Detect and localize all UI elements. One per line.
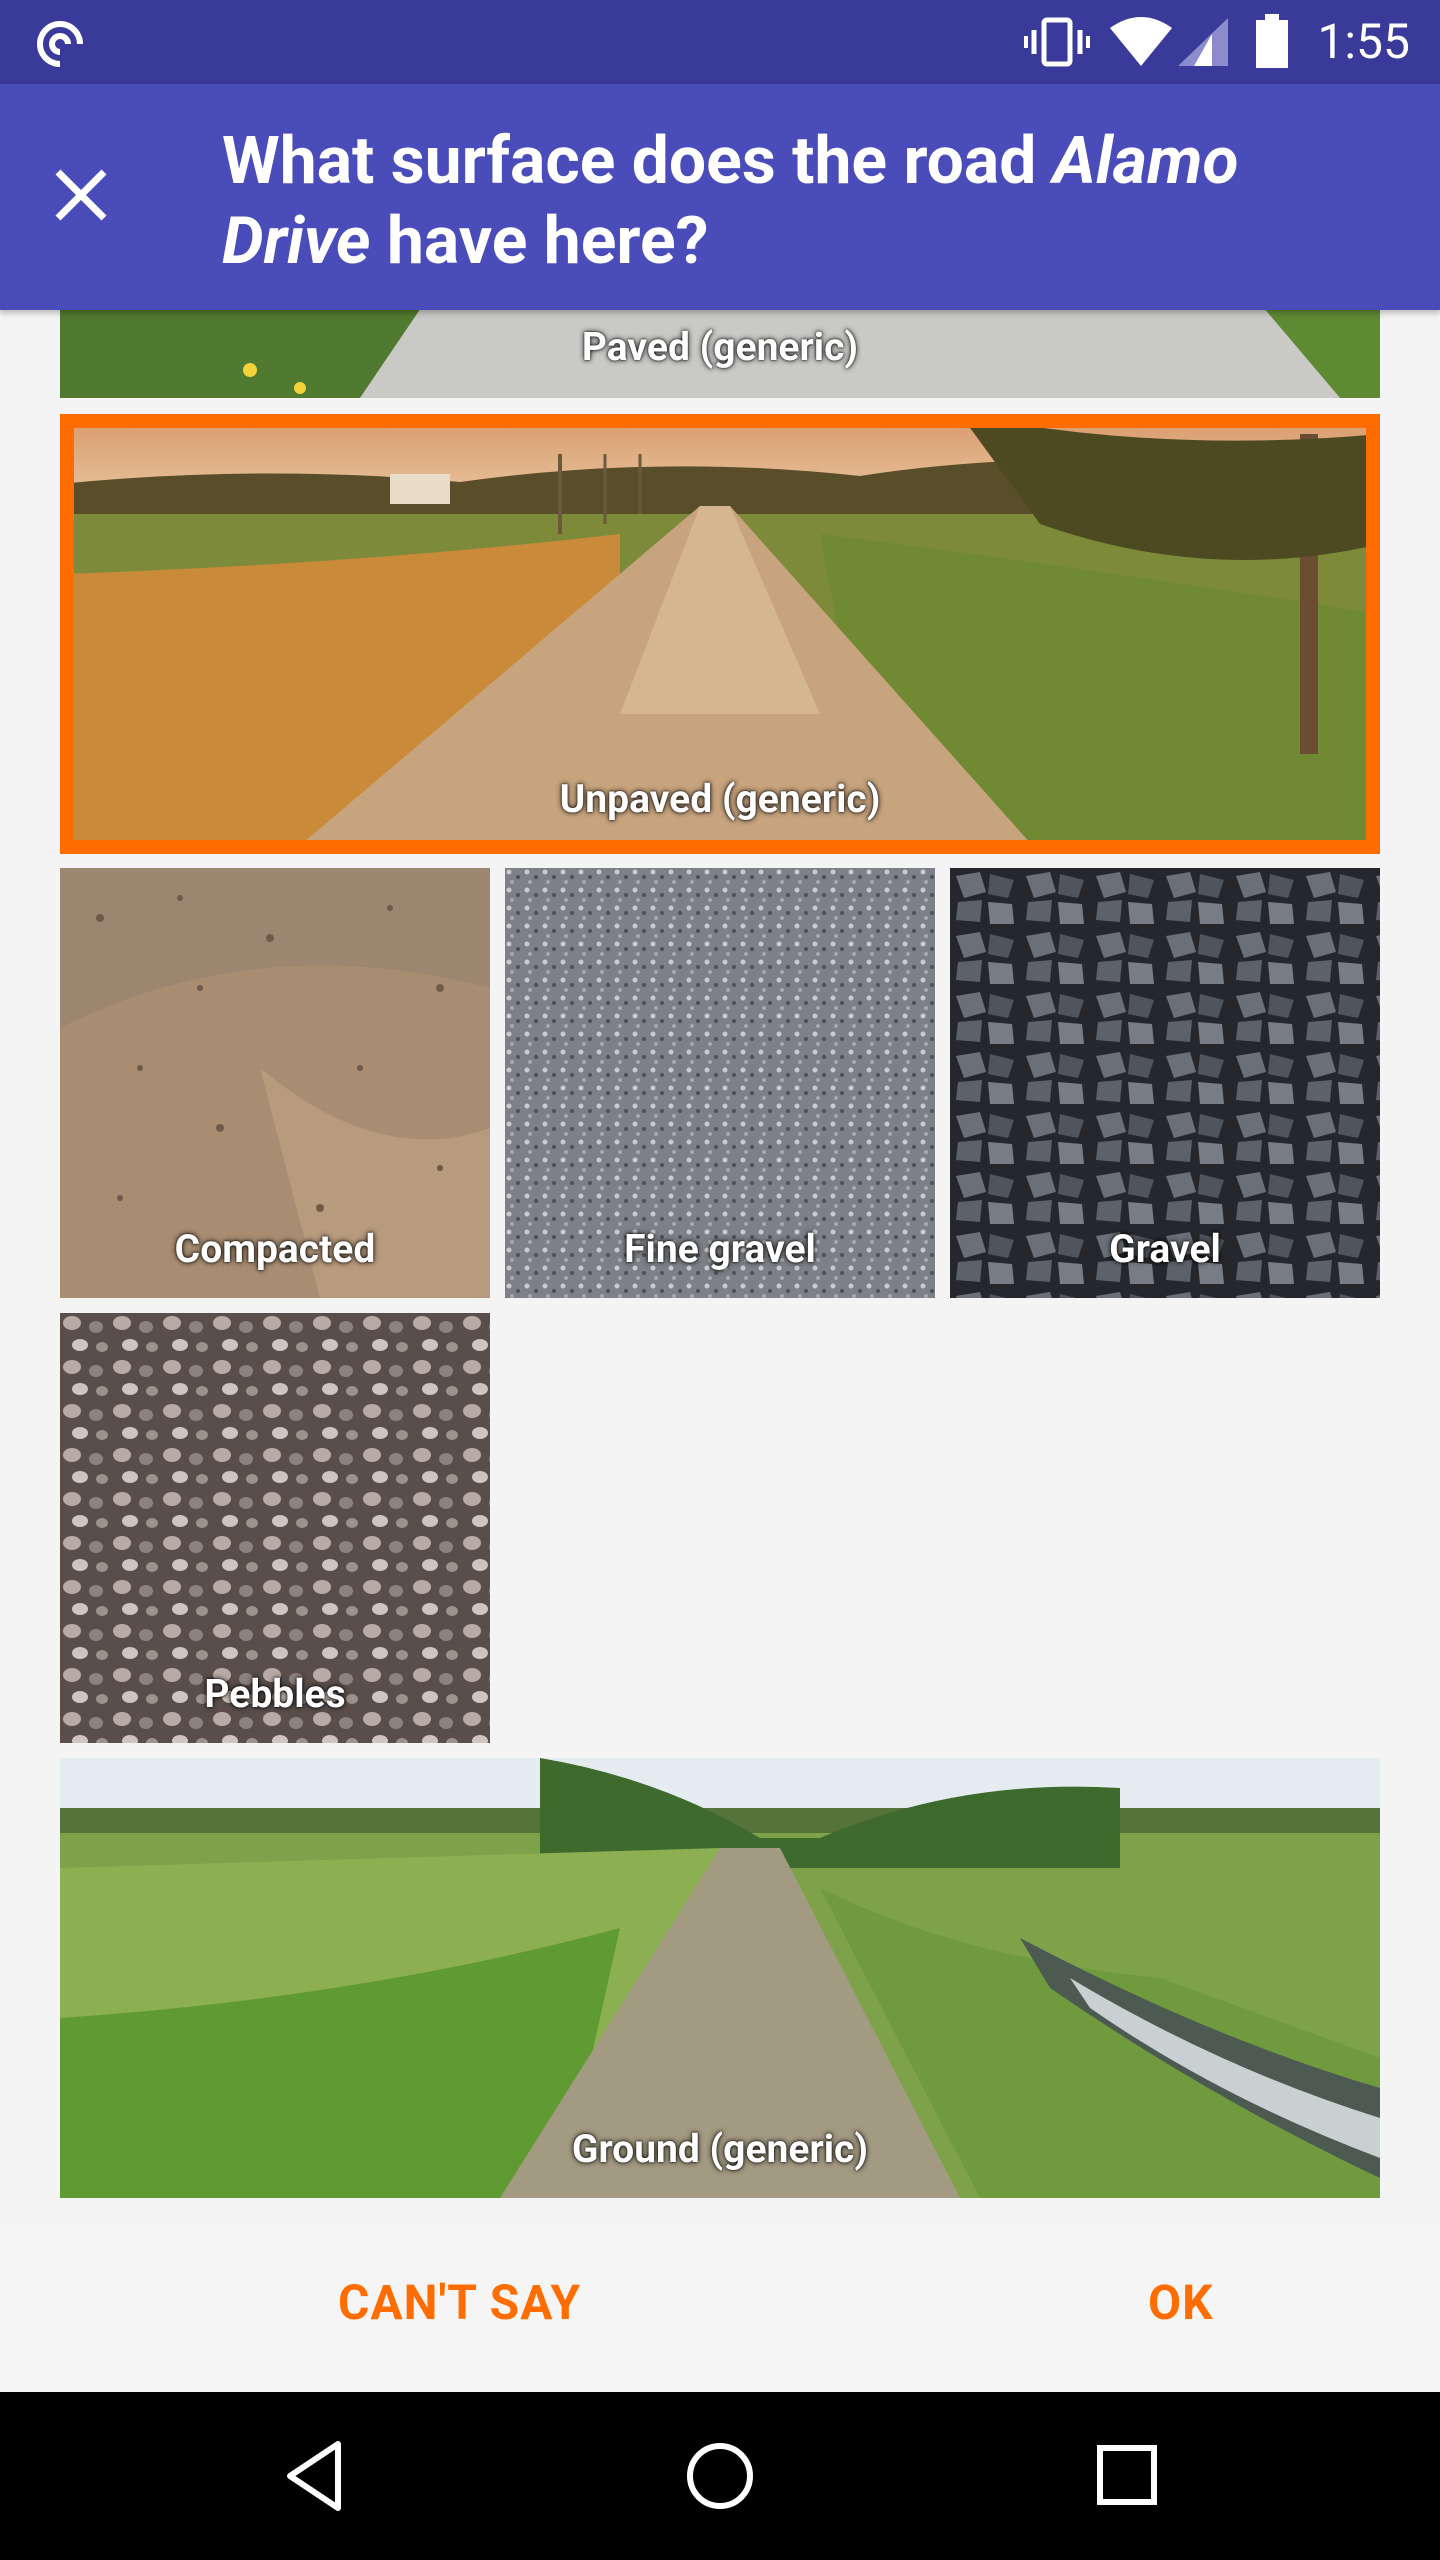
vibrate-icon [1024,17,1090,67]
title-text-part1: What surface does the road [222,123,1053,200]
battery-icon [1256,14,1288,68]
option-paved[interactable]: Paved (generic) [60,310,1380,398]
title-text-part2: have here? [370,203,709,280]
option-label: Gravel [1109,1226,1221,1272]
question-header: What surface does the road Alamo Drive h… [0,84,1440,310]
option-compacted[interactable]: Compacted [60,868,490,1298]
option-label: Compacted [174,1226,376,1272]
option-fine-gravel[interactable]: Fine gravel [505,868,935,1298]
close-button[interactable] [40,154,122,236]
wifi-icon [1110,17,1172,66]
back-icon[interactable] [280,2436,350,2516]
option-gravel[interactable]: Gravel [950,868,1380,1298]
question-title: What surface does the road Alamo Drive h… [222,122,1342,282]
option-label: Paved (generic) [581,324,859,370]
option-ground[interactable]: Ground (generic) [60,1758,1380,2198]
navigation-bar [0,2392,1440,2560]
option-label: Unpaved (generic) [559,776,881,822]
option-label: Ground (generic) [571,2126,869,2172]
close-icon [55,169,107,221]
option-label: Pebbles [204,1671,346,1717]
app-notification-icon [37,21,84,68]
answer-button-bar: CAN'T SAY OK [0,2230,1440,2392]
option-label: Fine gravel [624,1226,816,1272]
home-icon[interactable] [684,2436,756,2516]
cant-say-button[interactable]: CAN'T SAY [338,2274,581,2331]
surface-options-list[interactable]: Paved (generic) Unpaved (generic) Compac… [0,310,1440,2230]
recents-icon[interactable] [1092,2438,1162,2514]
ok-button[interactable]: OK [1148,2274,1214,2331]
status-bar: 1:55 [0,0,1440,84]
option-unpaved[interactable]: Unpaved (generic) [60,414,1380,854]
cellular-signal-icon [1178,18,1228,66]
option-pebbles[interactable]: Pebbles [60,1313,490,1743]
status-time: 1:55 [1317,13,1410,70]
